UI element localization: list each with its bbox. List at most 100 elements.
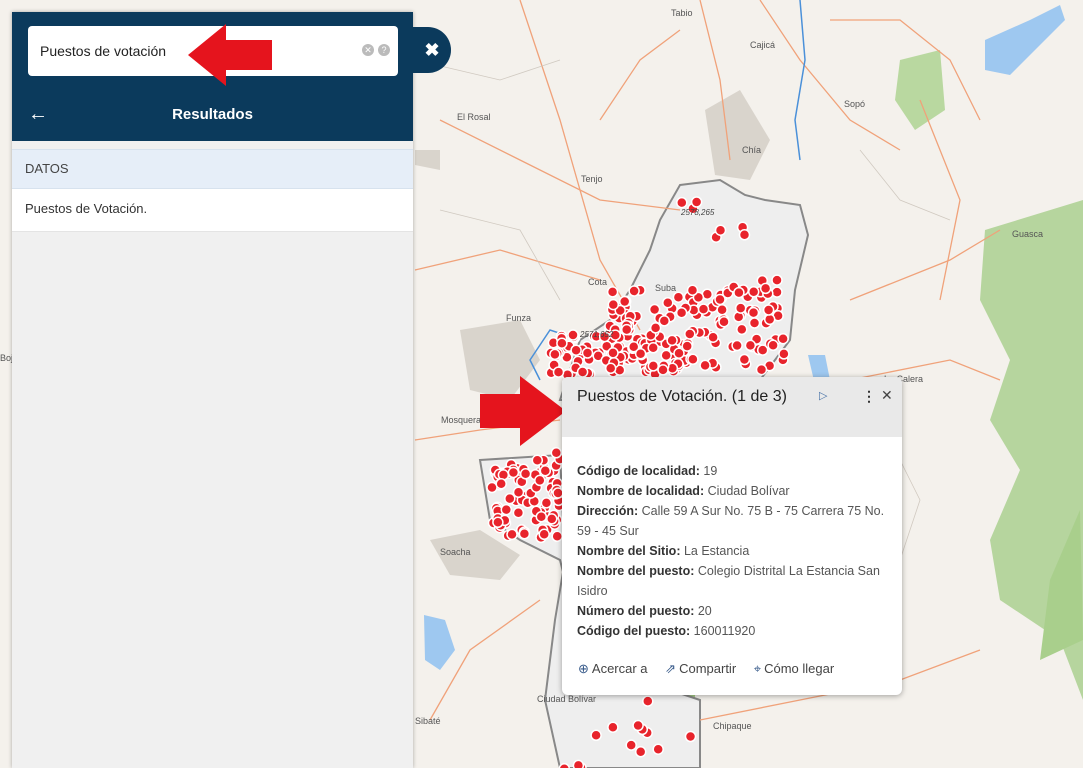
voting-marker[interactable] xyxy=(771,274,783,286)
voting-marker[interactable] xyxy=(707,331,719,343)
voting-marker[interactable] xyxy=(576,366,589,378)
list-item[interactable]: Puestos de Votación. xyxy=(12,189,413,232)
voting-marker[interactable] xyxy=(778,348,790,360)
voting-marker[interactable] xyxy=(738,229,751,241)
voting-marker[interactable] xyxy=(731,339,743,352)
voting-marker[interactable] xyxy=(672,291,685,303)
voting-marker[interactable] xyxy=(684,730,697,743)
voting-marker[interactable] xyxy=(747,306,760,319)
voting-marker[interactable] xyxy=(658,315,671,327)
voting-marker[interactable] xyxy=(607,298,620,311)
voting-marker[interactable] xyxy=(590,729,602,742)
voting-marker[interactable] xyxy=(539,464,552,477)
voting-marker[interactable] xyxy=(572,759,585,768)
voting-marker[interactable] xyxy=(736,323,748,336)
voting-marker[interactable] xyxy=(625,739,637,751)
voting-marker[interactable] xyxy=(666,334,678,347)
help-icon[interactable]: ? xyxy=(378,44,390,56)
voting-marker[interactable] xyxy=(744,339,757,352)
close-icon[interactable]: ✕ xyxy=(881,387,893,404)
voting-marker[interactable] xyxy=(550,447,563,459)
voting-marker[interactable] xyxy=(519,468,532,480)
voting-marker[interactable] xyxy=(676,196,688,209)
voting-marker[interactable] xyxy=(570,344,582,356)
field-label: Código del puesto: xyxy=(577,624,691,638)
voting-marker[interactable] xyxy=(567,329,579,341)
voting-marker[interactable] xyxy=(500,503,513,516)
voting-marker[interactable] xyxy=(767,339,779,352)
voting-marker[interactable] xyxy=(506,528,518,541)
voting-marker[interactable] xyxy=(763,313,776,326)
voting-marker[interactable] xyxy=(628,285,640,297)
voting-marker[interactable] xyxy=(495,478,507,490)
elevation-label: 2578,265 xyxy=(681,208,715,217)
voting-marker[interactable] xyxy=(652,743,664,755)
field-row: Código del puesto: 160011920 xyxy=(577,621,887,641)
voting-marker[interactable] xyxy=(777,332,789,345)
voting-marker[interactable] xyxy=(642,695,654,707)
voting-marker[interactable] xyxy=(762,304,775,316)
popup-title: Puestos de Votación. (1 de 3) xyxy=(577,388,787,405)
voting-marker[interactable] xyxy=(748,317,761,329)
next-feature-icon[interactable]: ▷ xyxy=(819,389,827,402)
voting-marker[interactable] xyxy=(733,286,745,299)
voting-marker[interactable] xyxy=(531,454,544,467)
map-label-el-rosal: El Rosal xyxy=(457,112,491,122)
voting-marker[interactable] xyxy=(681,340,693,352)
voting-marker[interactable] xyxy=(634,746,647,758)
voting-marker[interactable] xyxy=(647,342,659,354)
voting-marker[interactable] xyxy=(759,282,772,295)
more-options-icon[interactable]: ⋮ xyxy=(862,388,876,405)
voting-marker[interactable] xyxy=(606,286,619,298)
voting-marker[interactable] xyxy=(581,347,594,359)
voting-marker[interactable] xyxy=(686,284,699,297)
voting-marker[interactable] xyxy=(662,296,674,309)
directions-button[interactable]: ⌖ Cómo llegar xyxy=(754,661,834,676)
voting-marker[interactable] xyxy=(675,306,688,319)
clear-icon[interactable]: ✕ xyxy=(362,44,374,56)
voting-marker[interactable] xyxy=(558,762,571,768)
voting-marker[interactable] xyxy=(549,348,561,361)
voting-marker[interactable] xyxy=(556,337,568,349)
voting-marker[interactable] xyxy=(607,347,619,359)
voting-marker[interactable] xyxy=(699,359,711,372)
voting-marker[interactable] xyxy=(648,303,661,316)
voting-marker[interactable] xyxy=(647,360,660,372)
voting-marker[interactable] xyxy=(718,315,730,328)
voting-marker[interactable] xyxy=(714,224,727,236)
voting-marker[interactable] xyxy=(551,530,563,543)
voting-marker[interactable] xyxy=(507,466,520,479)
voting-marker[interactable] xyxy=(512,506,525,519)
voting-marker[interactable] xyxy=(649,322,662,334)
voting-marker[interactable] xyxy=(534,474,546,487)
voting-marker[interactable] xyxy=(540,497,553,509)
voting-marker[interactable] xyxy=(535,510,548,523)
voting-marker[interactable] xyxy=(738,353,751,366)
voting-marker[interactable] xyxy=(492,516,504,529)
voting-marker[interactable] xyxy=(607,721,619,733)
voting-marker[interactable] xyxy=(634,347,647,360)
zoom-to-button[interactable]: ⊕ Acercar a xyxy=(578,661,648,676)
voting-marker[interactable] xyxy=(690,196,703,208)
voting-marker[interactable] xyxy=(504,492,516,505)
voting-marker[interactable] xyxy=(697,303,710,315)
field-value: Ciudad Bolívar xyxy=(707,484,790,498)
voting-marker[interactable] xyxy=(771,286,783,298)
voting-marker[interactable] xyxy=(684,328,696,340)
voting-marker[interactable] xyxy=(673,347,685,360)
voting-marker[interactable] xyxy=(620,323,633,336)
voting-marker[interactable] xyxy=(518,527,531,540)
voting-marker[interactable] xyxy=(632,719,644,732)
voting-marker[interactable] xyxy=(546,513,558,525)
voting-marker[interactable] xyxy=(657,364,669,376)
voting-marker[interactable] xyxy=(604,362,617,375)
voting-marker[interactable] xyxy=(512,486,525,499)
voting-marker[interactable] xyxy=(734,302,747,314)
voting-marker[interactable] xyxy=(755,363,768,376)
share-button[interactable]: ⇗ Compartir xyxy=(665,661,736,676)
voting-marker[interactable] xyxy=(747,286,760,298)
voting-marker[interactable] xyxy=(716,304,728,316)
voting-marker[interactable] xyxy=(538,528,550,541)
voting-marker[interactable] xyxy=(618,295,631,308)
voting-marker[interactable] xyxy=(687,353,699,366)
